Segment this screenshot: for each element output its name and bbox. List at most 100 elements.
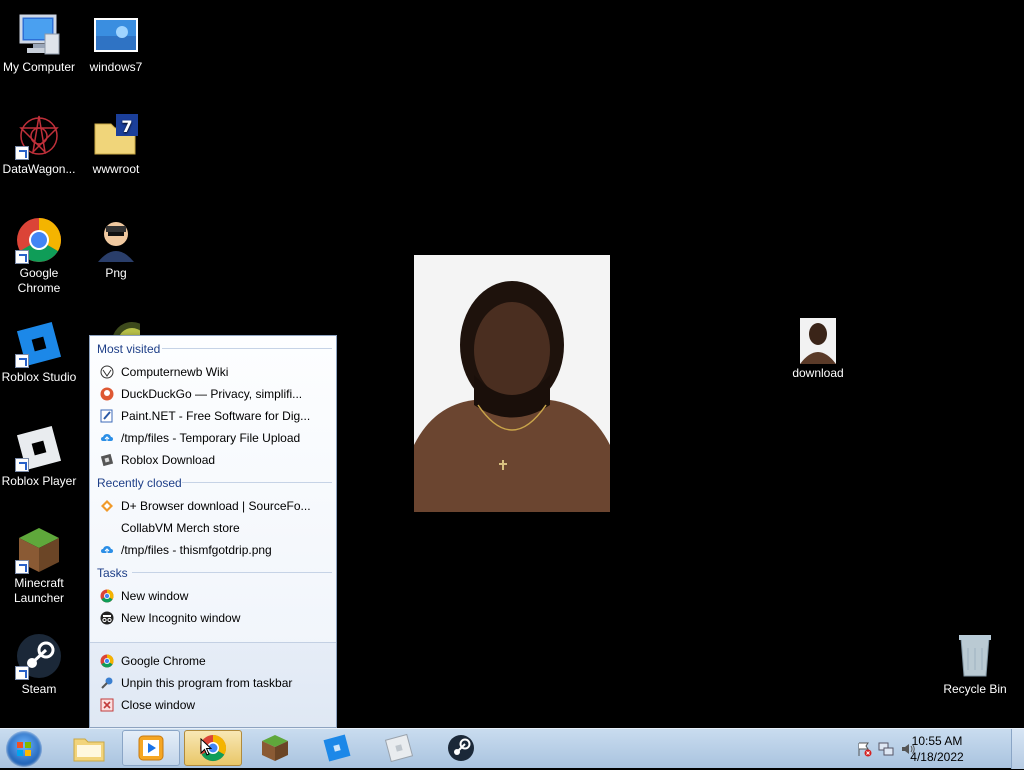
roblox-studio-icon (15, 320, 63, 368)
desktop-icon-label: Minecraft Launcher (13, 576, 65, 605)
show-desktop-button[interactable] (1011, 729, 1024, 769)
unpin-icon (99, 675, 115, 691)
divider (132, 572, 332, 573)
desktop-icon-label: My Computer (2, 60, 76, 74)
jumplist-item-label: Google Chrome (121, 654, 206, 668)
jumplist-item-label: /tmp/files - thismfgotdrip.png (121, 543, 272, 557)
steam-icon (448, 735, 474, 761)
taskbar-clock[interactable]: 10:55 AM 4/18/2022 (902, 733, 972, 765)
jumplist-item[interactable]: Roblox Download (99, 450, 331, 470)
jumplist-item[interactable]: DuckDuckGo — Privacy, simplifi... (99, 384, 331, 404)
desktop-icon-label: Google Chrome (17, 266, 61, 295)
recycle-bin-icon (951, 632, 999, 680)
jumplist-item-label: New window (121, 589, 189, 603)
cloud-upload-icon (99, 430, 115, 446)
taskbar-roblox-player[interactable] (370, 730, 428, 766)
shortcut-arrow-icon (15, 458, 29, 472)
clock-date: 4/18/2022 (910, 750, 964, 764)
taskbar-google-chrome[interactable] (184, 730, 242, 766)
action-center-flag-icon[interactable] (856, 741, 872, 760)
close-window-item[interactable]: Close window (99, 695, 331, 715)
desktop-icon-wwwroot[interactable]: 7 wwwroot (77, 112, 155, 177)
shortcut-arrow-icon (15, 354, 29, 368)
tasks-header: Tasks (97, 566, 128, 580)
start-button[interactable] (6, 731, 42, 767)
roblox-icon (99, 452, 115, 468)
jumplist-item-label: Roblox Download (121, 453, 216, 467)
desktop-icon-windows7[interactable]: windows7 (77, 10, 155, 75)
jumplist-item-label: Paint.NET - Free Software for Dig... (121, 409, 311, 423)
jumplist-item-label: Unpin this program from taskbar (121, 676, 293, 690)
divider (162, 348, 332, 349)
most-visited-header: Most visited (97, 342, 161, 356)
desktop-icon-datawagon[interactable]: DataWagon... (0, 112, 78, 177)
steam-icon (15, 632, 63, 680)
jumplist-item[interactable]: /tmp/files - Temporary File Upload (99, 428, 331, 448)
jumplist-item[interactable]: /tmp/files - thismfgotdrip.png (99, 540, 331, 560)
unpin-item[interactable]: Unpin this program from taskbar (99, 673, 331, 693)
desktop-icon-label: DataWagon... (2, 162, 76, 176)
new-incognito-window-item[interactable]: New Incognito window (99, 608, 331, 628)
jumplist-item[interactable]: Computernewb Wiki (99, 362, 331, 382)
network-icon[interactable] (878, 741, 894, 760)
desktop-icon-png[interactable]: Png (77, 216, 155, 281)
taskbar-minecraft[interactable] (246, 730, 304, 766)
cloud-upload-icon (99, 542, 115, 558)
jumplist-item[interactable]: Paint.NET - Free Software for Dig... (99, 406, 331, 426)
media-player-icon (138, 735, 164, 761)
desktop-icon-label: Roblox Player (1, 474, 77, 488)
desktop-icon-my-computer[interactable]: My Computer (0, 10, 78, 75)
chrome-icon (99, 588, 115, 604)
jumplist-item[interactable]: CollabVM Merch store (99, 518, 331, 538)
divider (182, 482, 332, 483)
taskbar: 10:55 AM 4/18/2022 (0, 728, 1024, 769)
duckduckgo-icon (99, 386, 115, 402)
jumplist-item-label: New Incognito window (121, 611, 241, 625)
desktop-icon-download[interactable]: download (779, 318, 857, 381)
minecraft-icon (15, 526, 63, 574)
jumplist-item-label: DuckDuckGo — Privacy, simplifi... (121, 387, 303, 401)
desktop-icon-google-chrome[interactable]: Google Chrome (0, 216, 78, 296)
computer-icon (15, 10, 63, 58)
folder-icon (73, 738, 105, 762)
wiki-icon (99, 364, 115, 380)
chrome-icon (99, 653, 115, 669)
shortcut-arrow-icon (15, 146, 29, 160)
jumplist-item-label: D+ Browser download | SourceFo... (121, 499, 311, 513)
sourceforge-icon (99, 498, 115, 514)
desktop-icon-recycle-bin[interactable]: Recycle Bin (936, 632, 1014, 697)
desktop-icon-roblox-player[interactable]: Roblox Player (0, 424, 78, 489)
jumplist-item[interactable]: D+ Browser download | SourceFo... (99, 496, 331, 516)
clock-time: 10:55 AM (911, 734, 963, 748)
desktop-icon-label: download (792, 366, 844, 380)
recently-closed-header: Recently closed (97, 476, 182, 490)
open-google-chrome-item[interactable]: Google Chrome (99, 651, 331, 671)
new-window-item[interactable]: New window (99, 586, 331, 606)
desktop-icon-label: Png (105, 266, 127, 280)
taskbar-roblox-studio[interactable] (308, 730, 366, 766)
desktop-icon-minecraft-launcher[interactable]: Minecraft Launcher (0, 526, 78, 606)
desktop-icon-label: Steam (21, 682, 57, 696)
close-icon (99, 697, 115, 713)
minecraft-icon (262, 735, 288, 761)
taskbar-media-player[interactable] (122, 730, 180, 766)
desktop-icon-label: Recycle Bin (943, 682, 1007, 696)
photo-thumbnail-icon (800, 318, 836, 364)
roblox-studio-icon (323, 734, 351, 762)
shortcut-arrow-icon (15, 250, 29, 264)
roblox-player-icon (384, 733, 414, 763)
jumplist-item-label: Computernewb Wiki (121, 365, 229, 379)
jumplist-item-label: Close window (121, 698, 196, 712)
folder-icon: 7 (92, 112, 140, 160)
mouse-cursor-icon (200, 737, 213, 759)
shortcut-arrow-icon (15, 560, 29, 574)
taskbar-explorer[interactable] (60, 730, 118, 766)
roblox-player-icon (15, 424, 63, 472)
taskbar-steam[interactable] (432, 730, 490, 766)
desktop-icon-roblox-studio[interactable]: Roblox Studio (0, 320, 78, 385)
desktop-icon-steam[interactable]: Steam (0, 632, 78, 697)
character-image-icon (92, 216, 140, 264)
jumplist-item-label: CollabVM Merch store (121, 521, 240, 535)
incognito-icon (99, 610, 115, 626)
windows-logo-icon (17, 742, 31, 756)
